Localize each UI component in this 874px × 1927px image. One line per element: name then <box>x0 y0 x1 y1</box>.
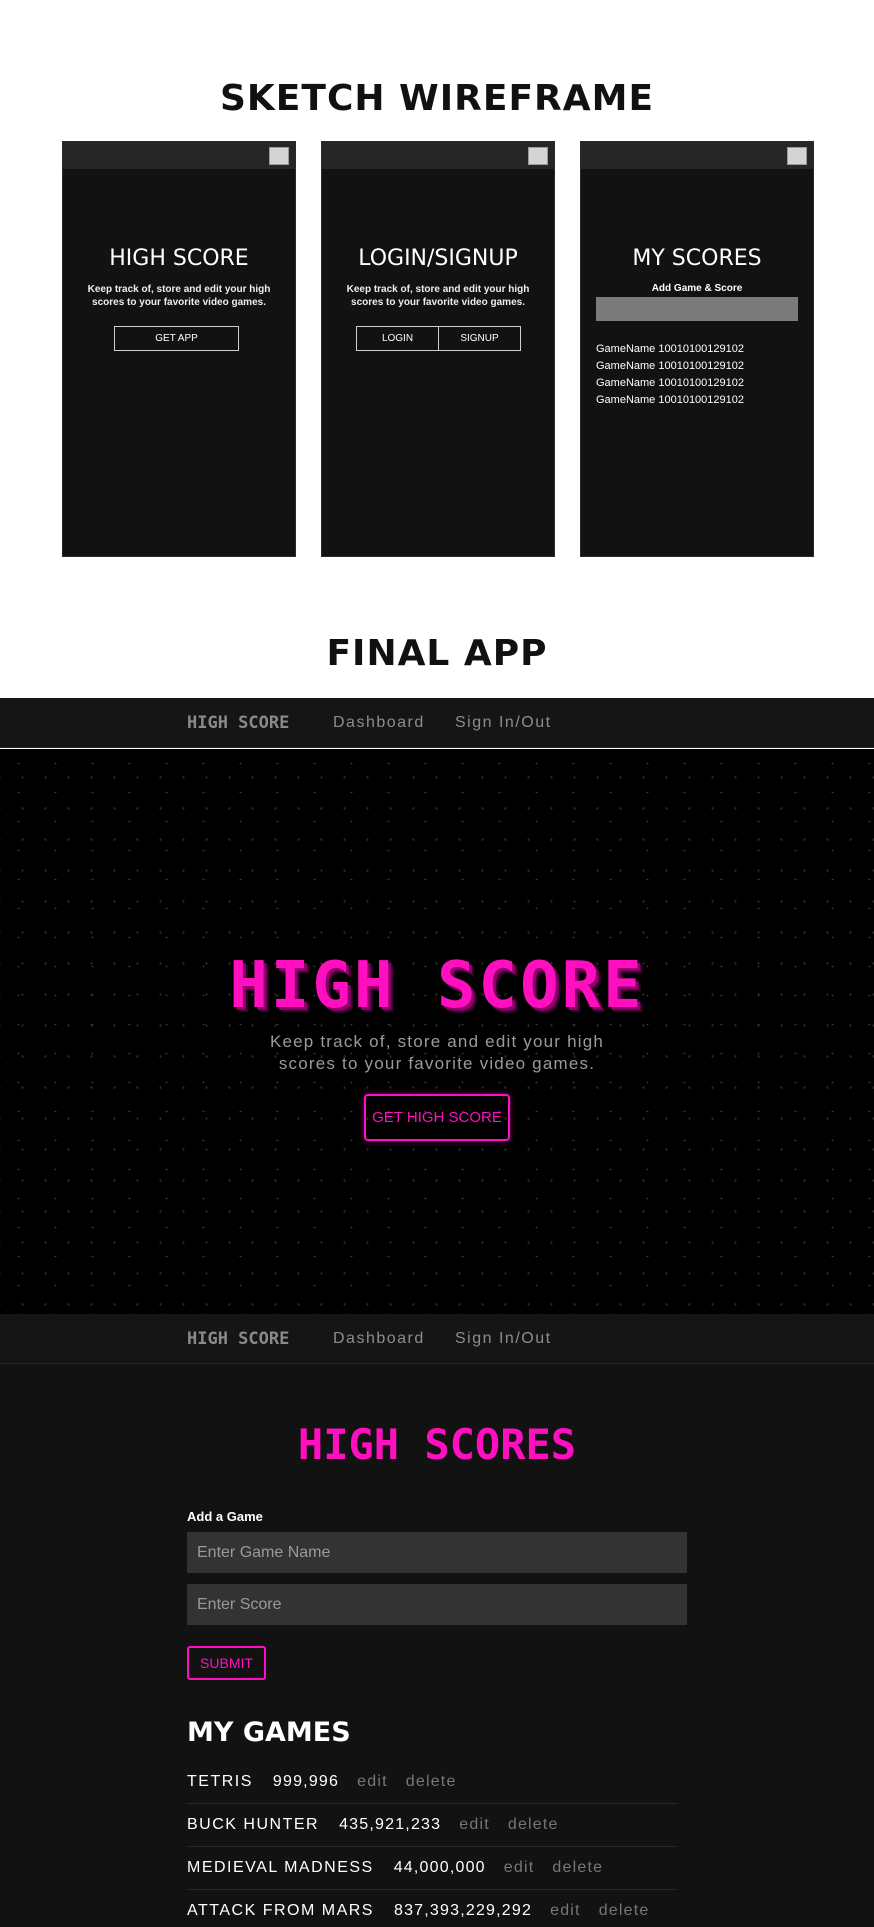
wireframe-login-title: LOGIN/SIGNUP <box>358 246 518 271</box>
game-row: ATTACK FROM MARS 837,393,229,292 edit de… <box>187 1890 677 1927</box>
hero-section: HIGH SCORE Keep track of, store and edit… <box>0 749 874 1314</box>
nav-brand-logo[interactable]: HIGH SCORE <box>187 713 289 733</box>
wireframe-topbar <box>581 142 813 169</box>
wireframe-scores: MY SCORES Add Game & Score GameName 1001… <box>580 141 814 557</box>
add-game-label: Add a Game <box>187 1509 263 1524</box>
wireframe-scores-subtitle: Add Game & Score <box>651 283 743 294</box>
dashboard-section: HIGH SCORES Add a Game SUBMIT MY GAMES T… <box>0 1364 874 1927</box>
list-item: GameName 10010100129102 <box>596 377 745 389</box>
wireframe-scores-title: MY SCORES <box>632 246 762 271</box>
list-item: GameName 10010100129102 <box>596 343 745 355</box>
wireframe-scores-input <box>596 297 798 321</box>
edit-link[interactable]: edit <box>459 1816 490 1834</box>
final-section-title: FINAL APP <box>326 633 548 674</box>
nav-link-dashboard[interactable]: Dashboard <box>333 1330 425 1348</box>
game-name: BUCK HUNTER <box>187 1816 320 1833</box>
top-nav: HIGH SCORE Dashboard Sign In/Out <box>0 698 874 748</box>
delete-link[interactable]: delete <box>406 1773 457 1791</box>
dashboard-title: HIGH SCORES <box>297 1420 577 1469</box>
edit-link[interactable]: edit <box>357 1773 388 1791</box>
game-name: ATTACK FROM MARS <box>187 1902 374 1919</box>
dashboard-nav: HIGH SCORE Dashboard Sign In/Out <box>0 1314 874 1364</box>
wireframe-signup-button: SIGNUP <box>438 326 521 351</box>
delete-link[interactable]: delete <box>599 1902 650 1920</box>
wireframe-home-description: Keep track of, store and edit your high … <box>87 284 271 308</box>
nav-link-sign-in-out[interactable]: Sign In/Out <box>455 714 552 732</box>
hero-title: HIGH SCORE <box>229 949 645 1023</box>
nav-link-dashboard[interactable]: Dashboard <box>333 714 425 732</box>
wireframe-scores-list: GameName 10010100129102 GameName 1001010… <box>596 341 744 409</box>
game-row: MEDIEVAL MADNESS 44,000,000 edit delete <box>187 1847 677 1890</box>
wireframe-home: HIGH SCORE Keep track of, store and edit… <box>62 141 296 557</box>
menu-box-icon <box>787 147 807 165</box>
get-high-score-button[interactable]: GET HIGH SCORE <box>364 1094 510 1141</box>
wireframe-login-button: LOGIN <box>356 326 439 351</box>
wireframe-login-description: Keep track of, store and edit your high … <box>346 284 530 308</box>
edit-link[interactable]: edit <box>550 1902 581 1920</box>
game-score: 999,996 <box>272 1773 340 1790</box>
wireframe-home-title: HIGH SCORE <box>109 246 249 271</box>
game-row: TETRIS 999,996 edit delete <box>187 1761 677 1804</box>
game-score: 435,921,233 <box>339 1816 442 1833</box>
my-games-title: MY GAMES <box>187 1717 351 1748</box>
game-name: TETRIS <box>187 1773 253 1790</box>
list-item: GameName 10010100129102 <box>596 360 745 372</box>
nav-link-sign-in-out[interactable]: Sign In/Out <box>455 1330 552 1348</box>
score-input[interactable] <box>187 1584 687 1625</box>
game-row: BUCK HUNTER 435,921,233 edit delete <box>187 1804 677 1847</box>
menu-box-icon <box>528 147 548 165</box>
wireframe-get-app-button: GET APP <box>114 326 239 351</box>
edit-link[interactable]: edit <box>504 1859 535 1877</box>
game-score: 44,000,000 <box>393 1859 486 1876</box>
wireframe-topbar <box>322 142 554 169</box>
wireframe-topbar <box>63 142 295 169</box>
game-name: MEDIEVAL MADNESS <box>187 1859 374 1876</box>
delete-link[interactable]: delete <box>508 1816 559 1834</box>
delete-link[interactable]: delete <box>552 1859 603 1877</box>
hero-description-line: scores to your favorite video games. <box>278 1054 596 1073</box>
game-score: 837,393,229,292 <box>393 1902 533 1919</box>
hero-description-line: Keep track of, store and edit your high <box>269 1032 605 1051</box>
game-name-input[interactable] <box>187 1532 687 1573</box>
nav-brand-logo[interactable]: HIGH SCORE <box>187 1329 289 1349</box>
wireframe-login: LOGIN/SIGNUP Keep track of, store and ed… <box>321 141 555 557</box>
submit-button[interactable]: SUBMIT <box>187 1646 266 1680</box>
hero-description: Keep track of, store and edit your high … <box>0 1031 874 1075</box>
list-item: GameName 10010100129102 <box>596 394 745 406</box>
wireframe-section-title: SKETCH WIREFRAME <box>219 78 655 119</box>
menu-box-icon <box>269 147 289 165</box>
